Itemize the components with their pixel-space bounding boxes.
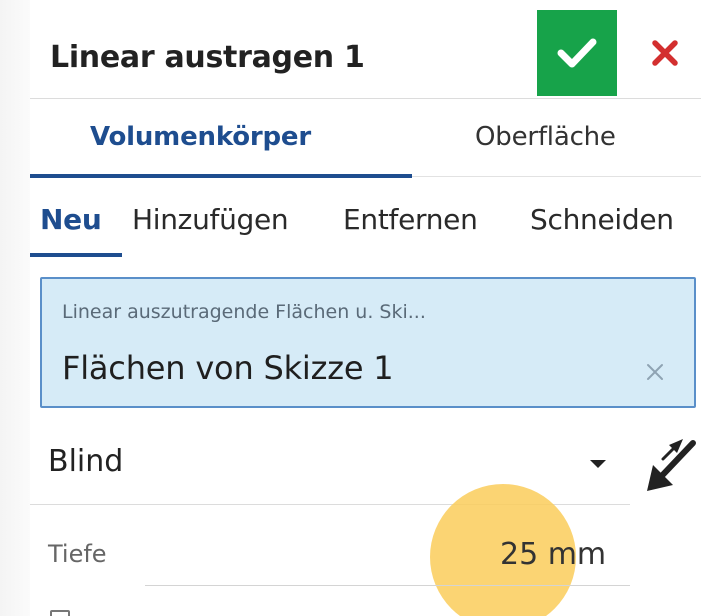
selection-field-value[interactable]: Flächen von Skizze 1	[62, 349, 394, 387]
close-icon[interactable]	[644, 361, 666, 383]
dialog-title: Linear austragen 1	[50, 40, 365, 75]
end-type-value: Blind	[48, 444, 124, 479]
depth-input-underline	[145, 585, 630, 586]
left-edge	[0, 0, 30, 616]
active-op-indicator	[30, 253, 122, 257]
checkmark-icon	[557, 38, 597, 68]
depth-input[interactable]: 25 mm	[500, 537, 606, 572]
caret-down-icon	[590, 460, 606, 468]
confirm-button[interactable]	[537, 10, 617, 96]
next-option-row	[30, 594, 630, 616]
body-type-tabs: Volumenkörper Oberfläche	[30, 100, 701, 180]
flip-direction-arrow-icon[interactable]	[643, 435, 699, 497]
op-tab-neu[interactable]: Neu	[40, 203, 102, 236]
op-tab-hinzufuegen[interactable]: Hinzufügen	[132, 203, 289, 236]
checkbox[interactable]	[50, 610, 70, 616]
tab-oberflaeche[interactable]: Oberfläche	[475, 122, 616, 152]
cancel-button[interactable]	[640, 28, 690, 78]
dialog-header: Linear austragen 1	[30, 10, 701, 99]
close-icon	[652, 40, 678, 66]
faces-selection-field[interactable]: Linear auszutragende Flächen u. Ski... F…	[40, 277, 696, 408]
depth-label: Tiefe	[48, 540, 107, 568]
operation-tabs: Neu Hinzufügen Entfernen Schneiden	[30, 185, 701, 260]
tab-volumenkoerper[interactable]: Volumenkörper	[90, 122, 311, 152]
end-type-dropdown[interactable]: Blind	[30, 420, 630, 505]
tabs-divider	[412, 176, 701, 177]
active-tab-indicator	[30, 174, 412, 178]
op-tab-entfernen[interactable]: Entfernen	[343, 203, 478, 236]
op-tab-schneiden[interactable]: Schneiden	[530, 203, 674, 236]
selection-field-label: Linear auszutragende Flächen u. Ski...	[62, 301, 426, 323]
extrude-dialog: Linear austragen 1 Volumenkörper Oberflä…	[0, 0, 701, 616]
